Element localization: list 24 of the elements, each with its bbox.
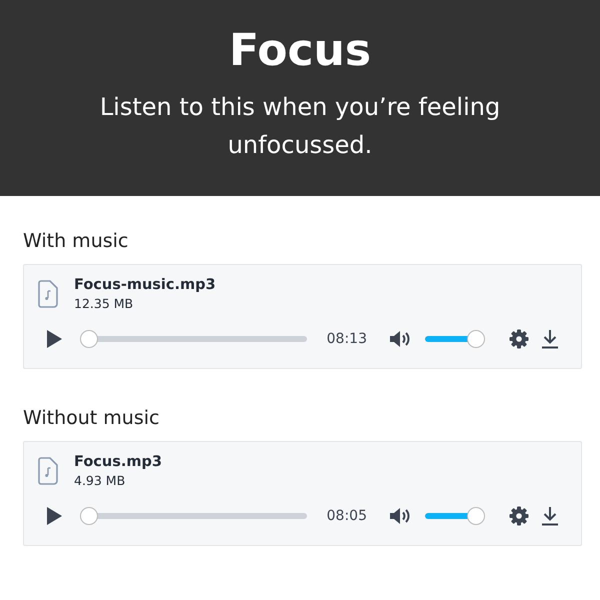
volume-slider[interactable] xyxy=(423,507,485,525)
settings-icon[interactable] xyxy=(509,329,529,349)
download-icon[interactable] xyxy=(541,506,559,526)
music-file-icon xyxy=(38,457,58,485)
download-icon[interactable] xyxy=(541,329,559,349)
volume-slider[interactable] xyxy=(423,330,485,348)
file-size: 4.93 MB xyxy=(74,473,126,488)
file-name: Focus-music.mp3 xyxy=(74,277,216,293)
duration-text: 08:13 xyxy=(326,331,367,347)
file-size: 12.35 MB xyxy=(74,296,134,311)
settings-icon[interactable] xyxy=(509,506,529,526)
page-subtitle: Listen to this when you’re feeling unfocussed. xyxy=(98,92,502,161)
duration-text: 08:05 xyxy=(326,508,367,524)
section-label: With music xyxy=(23,230,130,252)
volume-icon[interactable] xyxy=(389,507,411,525)
file-name: Focus.mp3 xyxy=(74,454,162,470)
play-button[interactable] xyxy=(46,329,62,349)
play-button[interactable] xyxy=(46,506,62,526)
section-label: Without music xyxy=(23,407,160,429)
seek-slider[interactable] xyxy=(80,330,309,348)
volume-icon[interactable] xyxy=(389,330,411,348)
music-file-icon xyxy=(38,280,58,308)
seek-slider[interactable] xyxy=(80,507,309,525)
page-title: Focus xyxy=(228,24,372,78)
